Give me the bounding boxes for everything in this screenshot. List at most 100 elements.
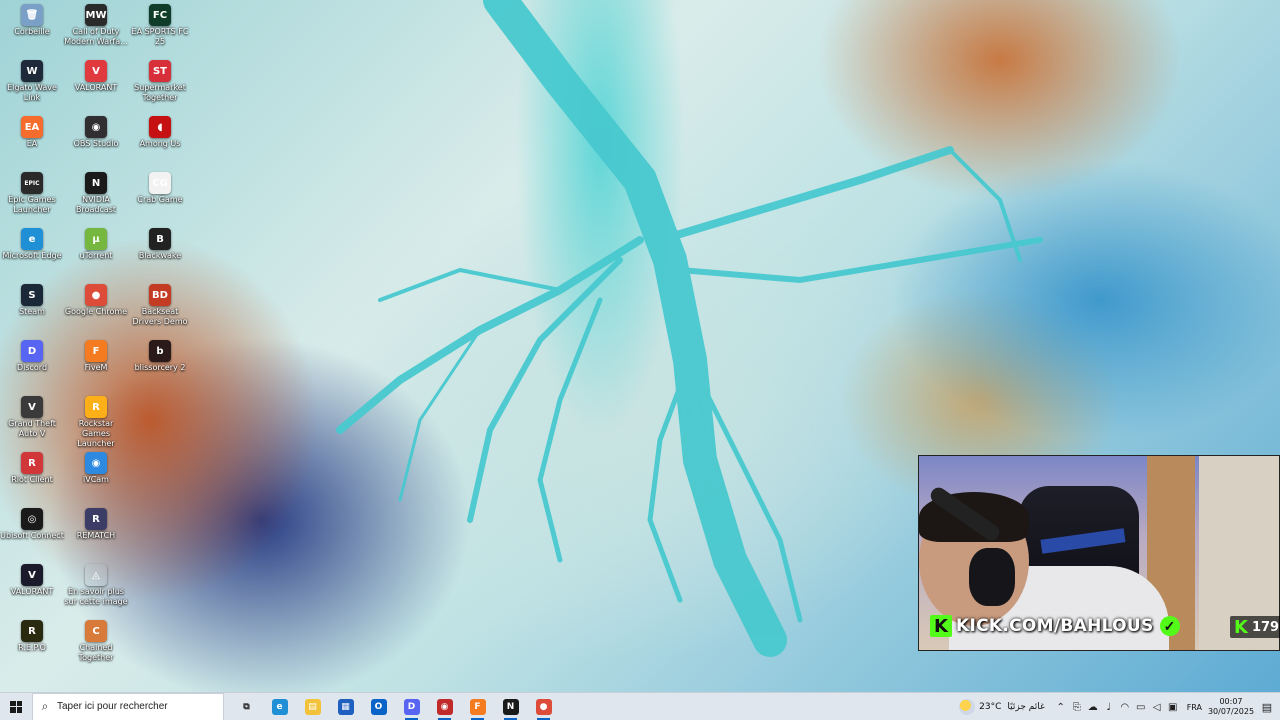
weather-temp: 23°C	[979, 702, 1002, 712]
desktop-shortcut-label: OBS Studio	[73, 139, 119, 148]
rockstar-icon: R	[85, 396, 107, 418]
taskbar-app-button[interactable]: N	[494, 693, 527, 720]
desktop-shortcut[interactable]: µ uTorrent	[64, 228, 128, 284]
notifications-icon[interactable]: ▤	[1254, 693, 1280, 720]
desktop-shortcut[interactable]: BD Backseat Drivers Demo	[128, 284, 192, 340]
desktop-shortcut-label: Steam	[19, 307, 45, 316]
blissorcery-icon: b	[149, 340, 171, 362]
clock[interactable]: 00:07 30/07/2025	[1208, 697, 1254, 717]
fivem-icon: F	[85, 340, 107, 362]
ivcam-icon: ◉	[85, 452, 107, 474]
desktop-shortcut[interactable]: V Grand Theft Auto V	[0, 396, 64, 452]
desktop-shortcut[interactable]: V VALORANT	[64, 60, 128, 116]
desktop-shortcut-label: Rockstar Games Launcher	[77, 419, 115, 448]
desktop-shortcut[interactable]: F FiveM	[64, 340, 128, 396]
desktop-shortcut[interactable]: ◉ OBS Studio	[64, 116, 128, 172]
taskbar-app-button[interactable]: ▤	[296, 693, 329, 720]
desktop-shortcut[interactable]: ● Google Chrome	[64, 284, 128, 340]
input-language[interactable]: FRA	[1187, 703, 1202, 712]
discord-icon: D	[21, 340, 43, 362]
search-icon: ⌕	[41, 699, 49, 713]
ea-sports-fc-icon: FC	[149, 4, 171, 26]
desktop-shortcut[interactable]: D Discord	[0, 340, 64, 396]
desktop-shortcut[interactable]: S Steam	[0, 284, 64, 340]
weather-condition: غائم جزئيًا	[1007, 702, 1045, 712]
desktop-shortcut[interactable]: e Microsoft Edge	[0, 228, 64, 284]
file-explorer-icon: ▤	[304, 698, 321, 715]
taskbar-search[interactable]: ⌕ Taper ici pour rechercher	[32, 692, 224, 720]
windows-logo-icon	[10, 700, 22, 713]
desktop-shortcut[interactable]: N NVIDIA Broadcast	[64, 172, 128, 228]
desktop-shortcut[interactable]: R REMATCH	[64, 508, 128, 564]
elgato-wave-link-icon: W	[21, 60, 43, 82]
usb-device-icon[interactable]: ⎘	[1069, 693, 1085, 720]
start-button[interactable]	[0, 693, 32, 720]
desktop-shortcut[interactable]: C Chained Together	[64, 620, 128, 676]
desktop-shortcut[interactable]: MW Call of Duty Modern Warfa...	[64, 4, 128, 60]
desktop-shortcut[interactable]: EA EA	[0, 116, 64, 172]
chrome-taskbar-icon: ●	[535, 698, 552, 715]
viewer-count-badge: K 179	[1230, 616, 1280, 638]
desktop-shortcut-label: VALORANT	[74, 83, 118, 92]
obs-studio-icon: ◉	[85, 116, 107, 138]
taskbar-app-button[interactable]: ◉	[428, 693, 461, 720]
display-icon[interactable]: ▭	[1133, 693, 1149, 720]
desktop-shortcut[interactable]: R Riot Client	[0, 452, 64, 508]
taskbar-app-button[interactable]: O	[362, 693, 395, 720]
desktop-shortcut-label: Chained Together	[78, 643, 114, 662]
valorant-shortcut-icon: V	[21, 564, 43, 586]
taskbar-app-button[interactable]: e	[263, 693, 296, 720]
taskbar-app-button[interactable]: ▦	[329, 693, 362, 720]
desktop-shortcut[interactable]: V VALORANT	[0, 564, 64, 620]
desktop-shortcut-label: Supermarket Together	[134, 83, 186, 102]
volume-icon[interactable]: ◁	[1149, 693, 1165, 720]
desktop-shortcut[interactable]: b blissorcery 2	[128, 340, 192, 396]
desktop-shortcut-label: Among Us	[139, 139, 181, 148]
weather-widget[interactable]: 23°C غائم جزئيًا	[959, 699, 1045, 715]
desktop-shortcut-label: Crab Game	[137, 195, 183, 204]
microphone-icon[interactable]: ♩	[1101, 693, 1117, 720]
desktop-shortcut[interactable]: ◉ iVCam	[64, 452, 128, 508]
desktop-shortcut[interactable]: R Rockstar Games Launcher	[64, 396, 128, 452]
desktop-icons: 🗑 Corbeille MW Call of Duty Modern Warfa...…	[0, 0, 200, 692]
desktop-shortcut[interactable]: EPIC Epic Games Launcher	[0, 172, 64, 228]
taskbar-app-button[interactable]: F	[461, 693, 494, 720]
desktop-shortcut[interactable]: W Elgato Wave Link	[0, 60, 64, 116]
taskbar-app-button[interactable]: ⧉	[230, 693, 263, 720]
desktop-shortcut[interactable]: CG Crab Game	[128, 172, 192, 228]
pinned-apps: ⧉ e ▤ ▦ O D ◉ F N ●	[230, 693, 560, 720]
desktop-shortcut[interactable]: FC EA SPORTS FC 25	[128, 4, 192, 60]
discord-taskbar-icon: D	[403, 698, 420, 715]
kick-viewer-icon: K	[1234, 616, 1248, 638]
learn-about-image-icon: ◬	[85, 564, 107, 586]
rematch-icon: R	[85, 508, 107, 530]
wifi-icon[interactable]: ◠	[1117, 693, 1133, 720]
chevron-up-icon[interactable]: ⌃	[1053, 693, 1069, 720]
call-of-duty-icon: MW	[85, 4, 107, 26]
chained-together-icon: C	[85, 620, 107, 642]
kick-url: KICK.COM/BAHLOUS	[956, 616, 1154, 636]
desktop-shortcut-label: FiveM	[84, 363, 108, 372]
network-icon[interactable]: ▣	[1165, 693, 1181, 720]
desktop-shortcut[interactable]: ST Supermarket Together	[128, 60, 192, 116]
desktop-shortcut[interactable]: 🗑 Corbeille	[0, 4, 64, 60]
desktop-shortcut[interactable]: ◎ Ubisoft Connect	[0, 508, 64, 564]
desktop-shortcut-label: Microsoft Edge	[2, 251, 62, 260]
cloud-icon[interactable]: ☁	[1085, 693, 1101, 720]
taskbar-app-button[interactable]: D	[395, 693, 428, 720]
desktop-shortcut[interactable]: ◖ Among Us	[128, 116, 192, 172]
desktop-shortcut-label: EA SPORTS FC 25	[131, 27, 189, 46]
desktop-shortcut-label: Corbeille	[14, 27, 50, 36]
desktop-shortcut[interactable]: B Blackwake	[128, 228, 192, 284]
desktop-shortcut[interactable]: R R.E.P.O	[0, 620, 64, 676]
taskbar-app-button[interactable]: ●	[527, 693, 560, 720]
chrome-icon: ●	[85, 284, 107, 306]
desktop-shortcut-label: Call of Duty Modern Warfa...	[64, 27, 128, 46]
task-view-icon: ⧉	[243, 701, 250, 712]
valorant-icon: V	[85, 60, 107, 82]
desktop-shortcut[interactable]: ◬ En savoir plus sur cette image	[64, 564, 128, 620]
blackwake-icon: B	[149, 228, 171, 250]
desktop-shortcut-label: EA	[26, 139, 38, 148]
among-us-icon: ◖	[149, 116, 171, 138]
desktop-shortcut-label: Google Chrome	[64, 307, 128, 316]
